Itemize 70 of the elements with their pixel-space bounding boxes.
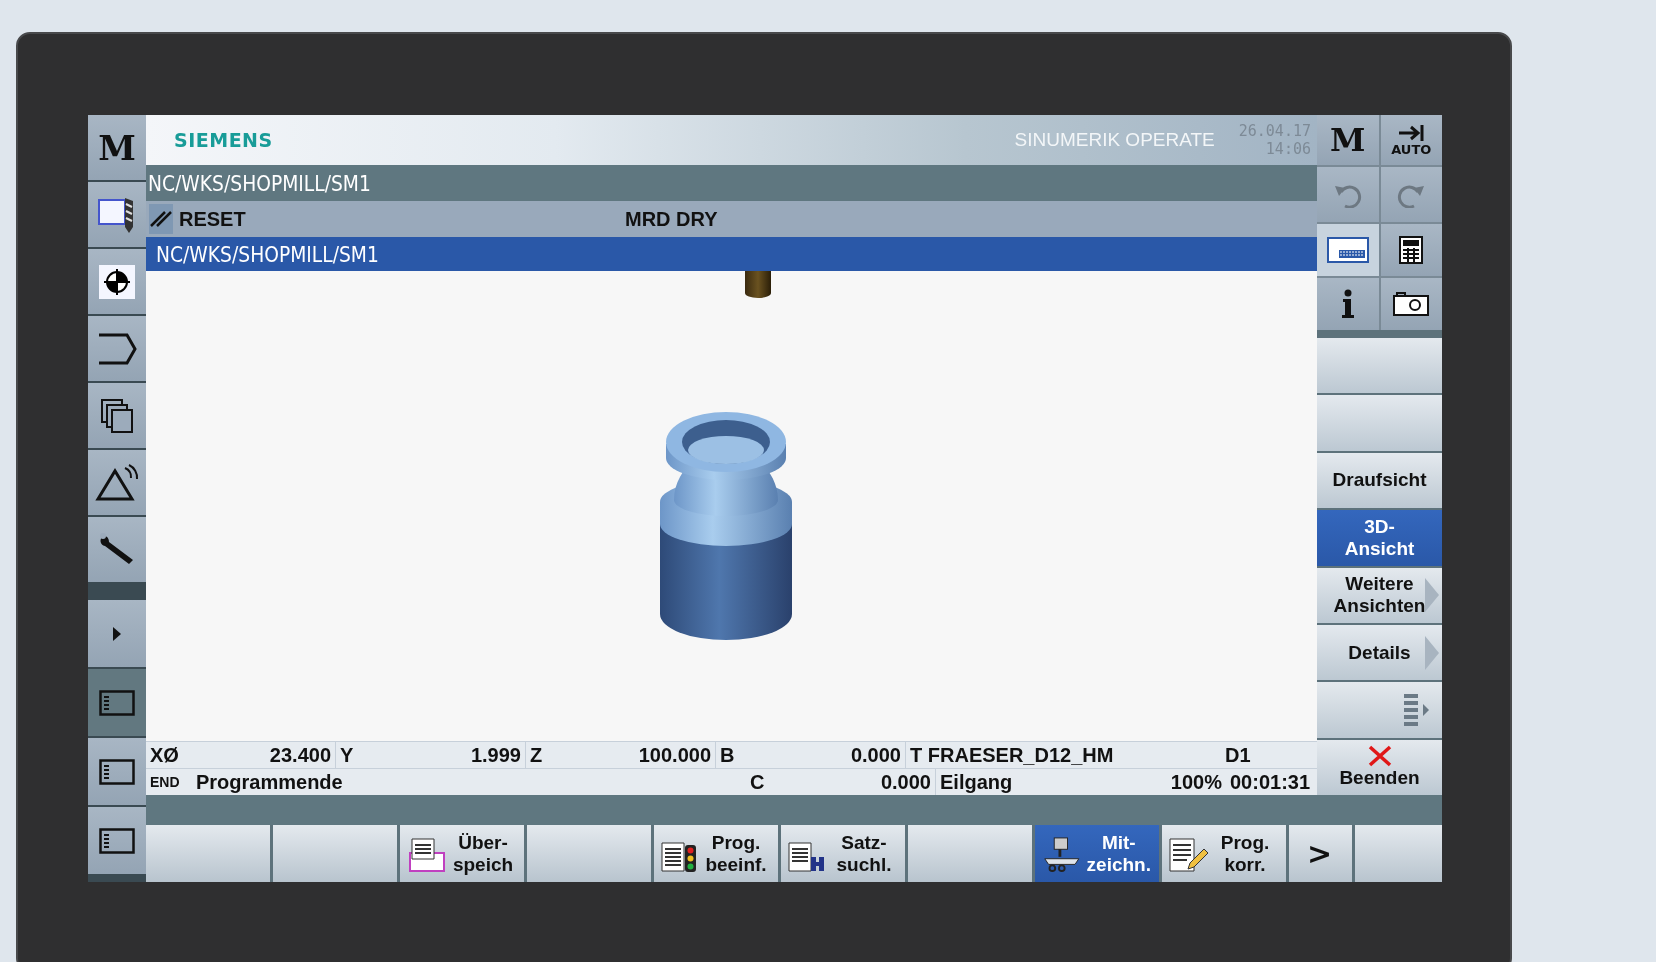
list-arrow-icon — [1404, 692, 1430, 727]
reset-icon — [149, 204, 173, 234]
toolbar-button[interactable] — [1317, 278, 1379, 330]
readout-cell-text: Z — [529, 742, 544, 768]
softkey[interactable]: > — [1289, 825, 1352, 882]
softkey[interactable]: Prog. beeinf. — [654, 825, 778, 882]
sidebar-button[interactable] — [88, 517, 146, 582]
triangle-right-icon — [1425, 635, 1439, 670]
softkey[interactable]: Beenden — [1317, 739, 1442, 795]
window-icon — [99, 689, 135, 716]
program-path: NC/WKS/SHOPMILL/SM1 — [148, 170, 371, 196]
readout-cell-text: XØ — [149, 742, 176, 768]
softkey[interactable]: Satz- suchl. — [781, 825, 905, 882]
readout-cell-text: Programmende — [195, 769, 344, 795]
softkey[interactable]: Über- speich — [400, 825, 524, 882]
program-modes: MRD DRY — [624, 207, 719, 231]
readout-cell-text: D1 — [1224, 742, 1252, 768]
softkey[interactable]: 3D- Ansicht — [1317, 510, 1442, 566]
window-icon — [99, 758, 135, 785]
sidebar-button[interactable] — [88, 450, 146, 515]
readout-cell-text: 00:01:31 — [1229, 769, 1312, 795]
triangle-right-icon — [1425, 578, 1439, 613]
toolbar-button[interactable]: AUTO — [1380, 115, 1442, 165]
window-icon — [99, 827, 135, 854]
sidebar-button[interactable] — [88, 316, 146, 381]
readout-cell-text: Eilgang — [939, 769, 1014, 795]
product-name: SINUMERIK OPERATE — [1014, 129, 1215, 151]
toolbar-button[interactable]: M — [1317, 115, 1379, 165]
pages-icon — [100, 397, 134, 434]
toolbar-button[interactable] — [1317, 224, 1379, 276]
keyboard-icon — [1326, 237, 1369, 263]
selected-program-row[interactable]: NC/WKS/SHOPMILL/SM1 — [146, 237, 1317, 271]
sidebar-button[interactable] — [88, 383, 146, 448]
readout-cell-text: END — [149, 773, 181, 792]
readout-cell-text: C — [749, 769, 766, 795]
readout-cell-text: Y — [339, 742, 355, 768]
sidebar-button[interactable]: M — [88, 115, 146, 180]
brand-logo: SIEMENS — [174, 129, 274, 151]
info-icon — [1340, 289, 1355, 319]
toolbar-button[interactable] — [1380, 278, 1442, 330]
crosshair-icon — [98, 263, 136, 300]
softkey[interactable] — [1317, 682, 1442, 738]
readout-cell: 1.999 — [366, 742, 526, 768]
softkey[interactable]: Weitere Ansichten — [1317, 567, 1442, 623]
softkey[interactable]: Draufsicht — [1317, 452, 1442, 509]
toolbar-button[interactable] — [1380, 224, 1442, 276]
softkey[interactable]: Prog. korr. — [1162, 825, 1286, 882]
readout-cell: 0.000 — [746, 742, 906, 768]
sidebar-button[interactable] — [88, 249, 146, 314]
milling-machine-icon — [1041, 834, 1083, 873]
readout-cell-text: B — [719, 742, 736, 768]
calculator-icon — [1399, 236, 1424, 264]
readout-cell-text: 100% — [1169, 769, 1223, 795]
sidebar-button[interactable] — [88, 182, 146, 247]
arrow-to-bar-icon — [1397, 123, 1426, 142]
warning-triangle-icon — [95, 463, 139, 502]
camera-icon — [1393, 292, 1430, 316]
tool-drawing — [744, 271, 772, 299]
mode-label: AUTO — [1391, 141, 1432, 157]
triangle-right-icon — [112, 626, 122, 641]
readout-cell-text: T FRAESER_D12_HM — [909, 742, 1115, 768]
softkey[interactable]: Details — [1317, 624, 1442, 681]
sidebar-button[interactable] — [88, 807, 146, 874]
selected-program-path: NC/WKS/SHOPMILL/SM1 — [156, 241, 379, 267]
contour-icon — [97, 331, 137, 366]
softkey[interactable]: Mit- zeichn. — [1035, 825, 1159, 882]
channel-status: RESET — [178, 207, 247, 231]
close-icon — [1367, 745, 1392, 768]
readout-cell: 100.000 — [556, 742, 716, 768]
sidebar-button[interactable] — [88, 738, 146, 805]
